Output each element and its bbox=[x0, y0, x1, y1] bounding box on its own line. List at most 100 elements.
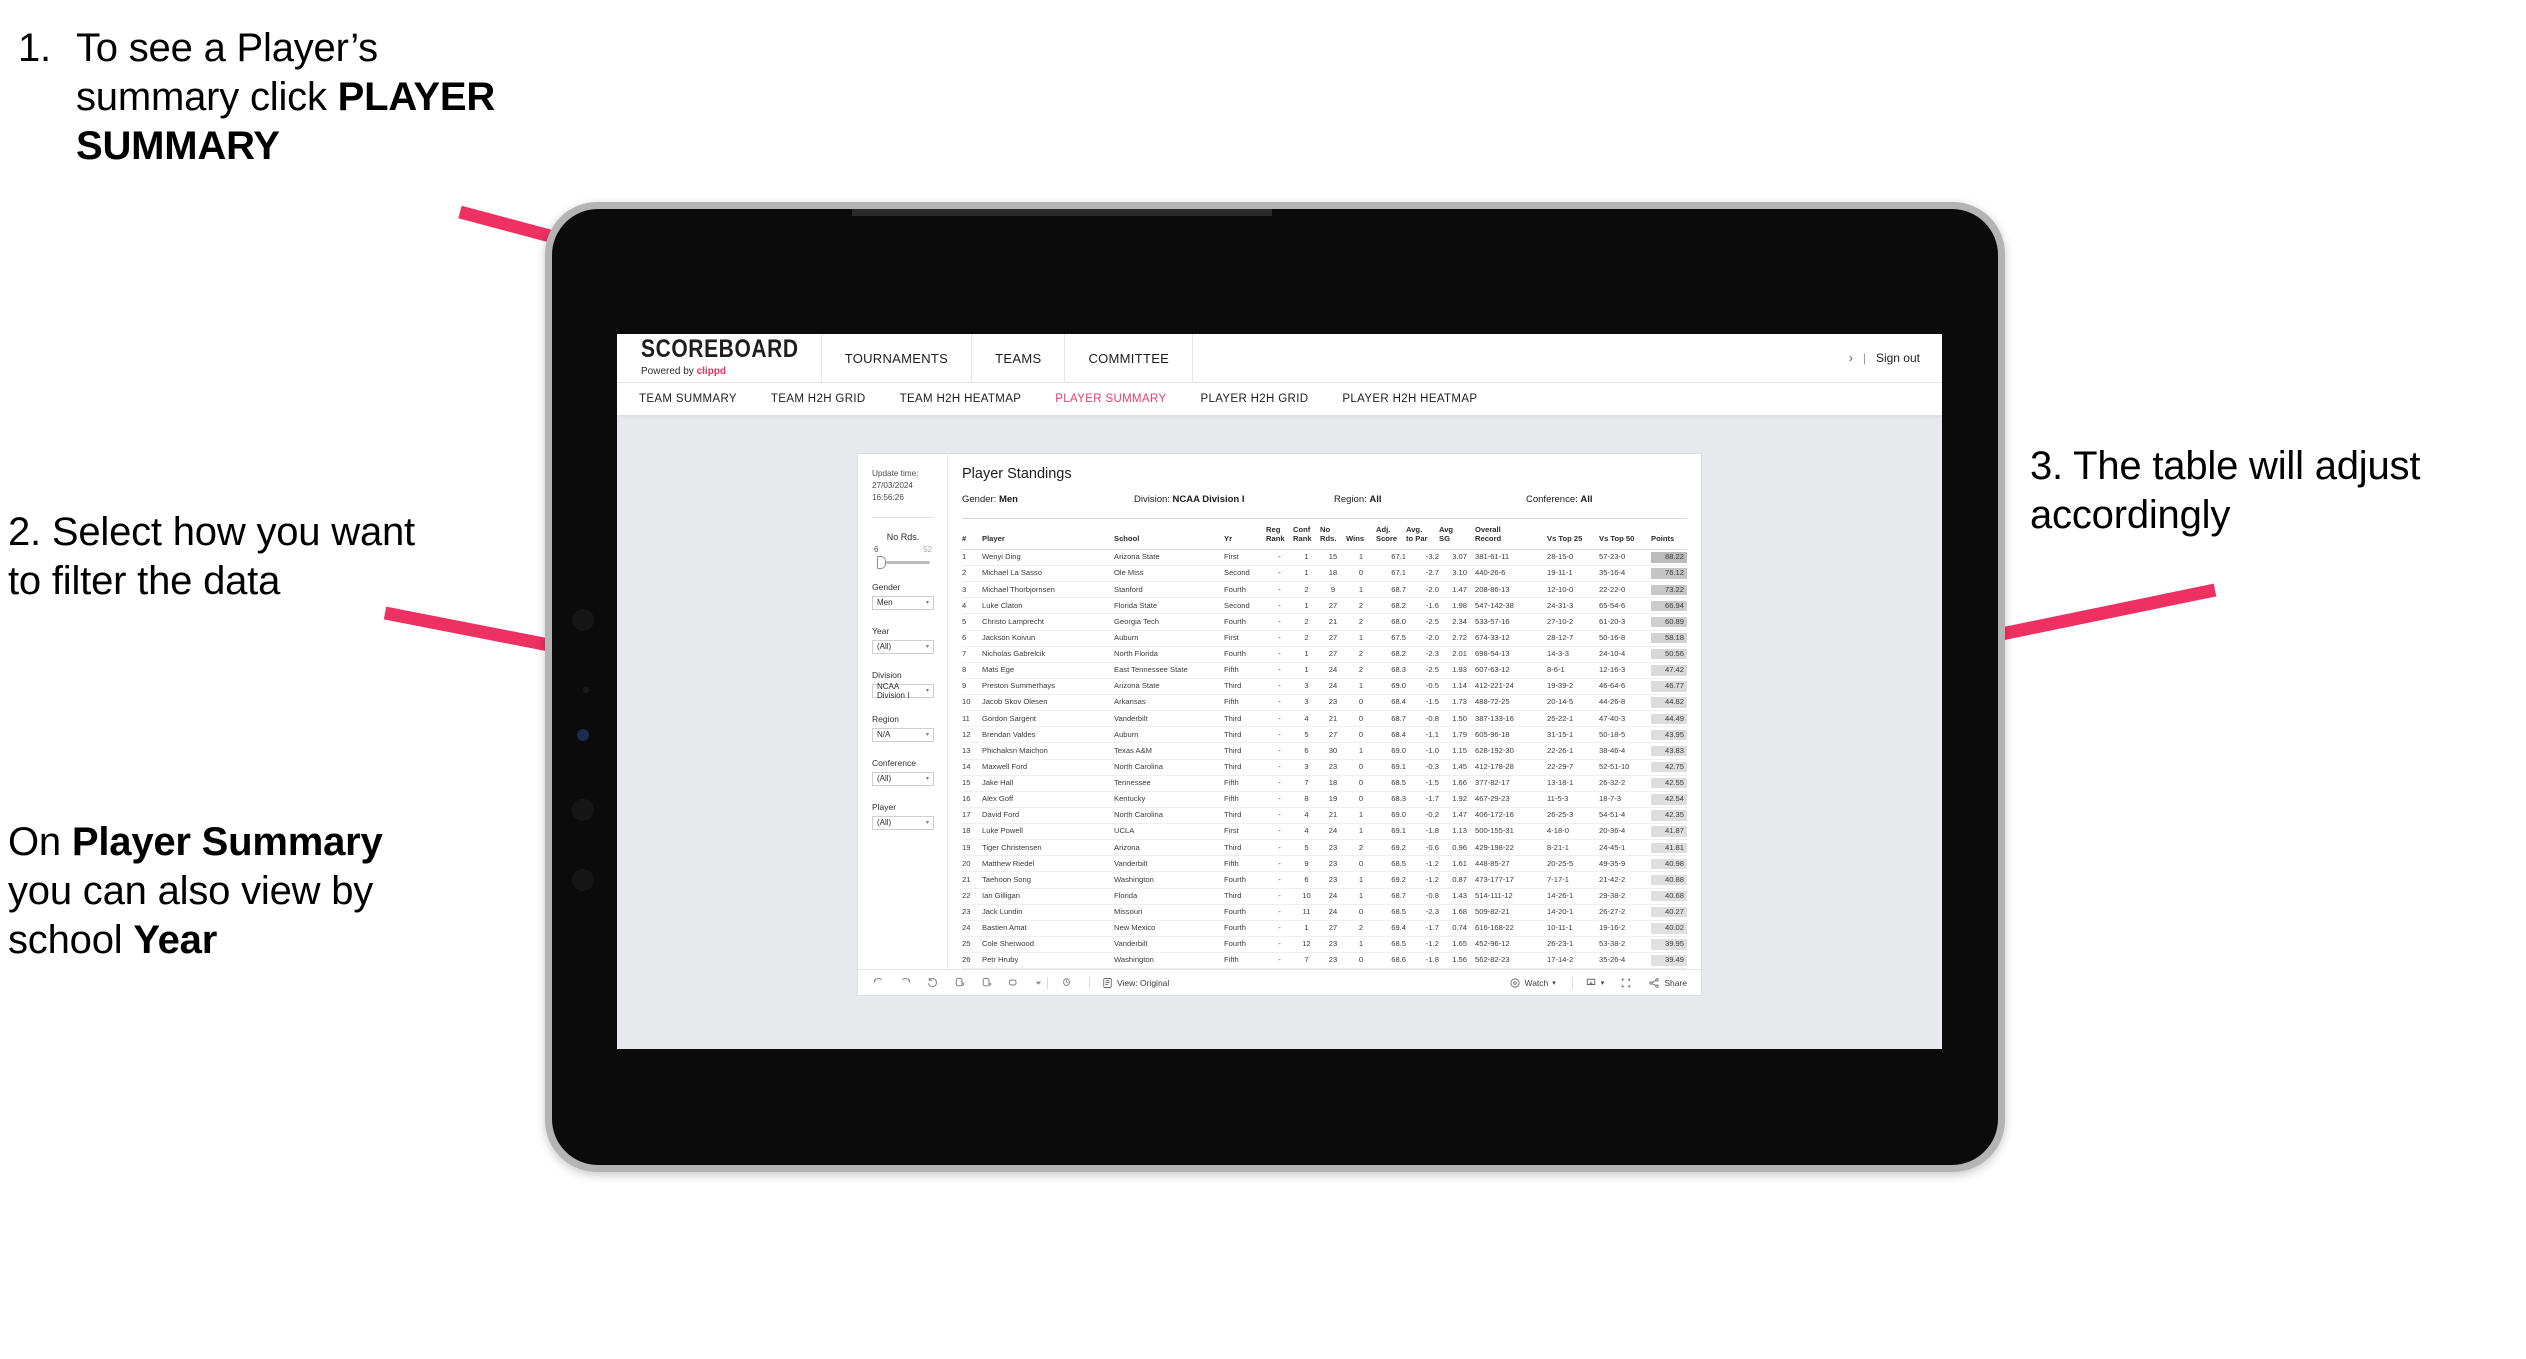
tablet-screen-bezel: SCOREBOARD Powered by clippd TOURNAMENTS… bbox=[552, 209, 1998, 1165]
col-vs-top-25[interactable]: Vs Top 25 bbox=[1547, 518, 1599, 550]
col-avg-sg[interactable]: Avg SG bbox=[1439, 518, 1467, 550]
table-row[interactable]: 22 Ian Gilligan Florida Third -10 24 1 68.7 -0.8… bbox=[962, 888, 1687, 905]
redo-icon[interactable] bbox=[899, 976, 912, 989]
col-conf-rank[interactable]: Conf Rank bbox=[1293, 518, 1320, 550]
cell-points: 40.98 bbox=[1651, 855, 1687, 873]
table-row[interactable]: 3 Michael Thorbjornsen Stanford Fourth -2 9 1 6… bbox=[962, 581, 1687, 599]
cell-wins: 0 bbox=[1346, 855, 1376, 873]
table-row[interactable]: 23 Jack Lundin Missouri Fourth -11 24 0 68.5 -2.… bbox=[962, 904, 1687, 921]
view-original-button[interactable]: View: Original bbox=[1102, 977, 1169, 989]
col-school[interactable]: School bbox=[1114, 518, 1224, 550]
nav-item-tournaments[interactable]: TOURNAMENTS bbox=[822, 334, 973, 382]
filter-select-region[interactable]: N/A ▾ bbox=[872, 727, 934, 742]
col-vs-top-50[interactable]: Vs Top 50 bbox=[1599, 518, 1651, 550]
col-yr[interactable]: Yr bbox=[1224, 518, 1266, 550]
cell-rec: 452-96-12 bbox=[1467, 936, 1547, 954]
cell-nords: 21 bbox=[1320, 807, 1346, 825]
table-row[interactable]: 7 Nicholas Gabrelcik North Florida Fourth -1… bbox=[962, 646, 1687, 663]
col-overall-record[interactable]: Overall Record bbox=[1467, 518, 1547, 550]
no-rounds-slider-handle[interactable] bbox=[877, 555, 887, 569]
table-row[interactable]: 10 Jacob Skov Olesen Arkansas Fifth -3 23 0 68.… bbox=[962, 694, 1687, 712]
cell-points: 39.95 bbox=[1651, 936, 1687, 954]
table-row[interactable]: 16 Alex Goff Kentucky Fifth -8 19 0 68.3 -1.7 1.9… bbox=[962, 791, 1687, 808]
nav-item-committee[interactable]: COMMITTEE bbox=[1065, 334, 1194, 382]
table-row[interactable]: 18 Luke Powell UCLA First -4 24 1 69.1 -1.8 1.13 5… bbox=[962, 823, 1687, 841]
filter-select-conference[interactable]: (All) ▾ bbox=[872, 771, 934, 786]
col-avg-to-par[interactable]: Avg. to Par bbox=[1406, 518, 1439, 550]
cell-conf: 7 bbox=[1293, 775, 1320, 792]
cell-reg: - bbox=[1266, 871, 1293, 889]
tab-player-summary[interactable]: PLAYER SUMMARY bbox=[1055, 393, 1166, 405]
table-row[interactable]: 11 Gordon Sargent Vanderbilt Third -4 21 0 68.7… bbox=[962, 710, 1687, 728]
table-row[interactable]: 17 David Ford North Carolina Third -4 21 1 69.0… bbox=[962, 807, 1687, 825]
cell-t50: 18-7-3 bbox=[1599, 791, 1651, 808]
tab-player-h2h-heatmap[interactable]: PLAYER H2H HEATMAP bbox=[1342, 393, 1477, 405]
filter-select-gender[interactable]: Men ▾ bbox=[872, 595, 934, 610]
cell-adj: 69.2 bbox=[1376, 871, 1406, 889]
filter-select-player[interactable]: (All) ▾ bbox=[872, 815, 934, 830]
watch-button[interactable]: Watch ▾ bbox=[1509, 977, 1556, 989]
filter-select-year[interactable]: (All) ▾ bbox=[872, 639, 934, 654]
cell-wins: 0 bbox=[1346, 775, 1376, 792]
tab-team-h2h-heatmap[interactable]: TEAM H2H HEATMAP bbox=[900, 393, 1022, 405]
table-row[interactable]: 2 Michael La Sasso Ole Miss Second -1 18 0 67.1… bbox=[962, 565, 1687, 583]
tab-player-h2h-grid[interactable]: PLAYER H2H GRID bbox=[1200, 393, 1308, 405]
col-points[interactable]: Points bbox=[1651, 518, 1687, 550]
cell-reg: - bbox=[1266, 662, 1293, 679]
sign-out-link[interactable]: Sign out bbox=[1876, 351, 1920, 365]
table-row[interactable]: 21 Taehoon Song Washington Fourth -6 23 1 69.2-… bbox=[962, 871, 1687, 889]
refresh-data-icon[interactable] bbox=[953, 976, 966, 989]
col-reg-rank[interactable]: Reg Rank bbox=[1266, 518, 1293, 550]
table-row[interactable]: 12 Brendan Valdes Auburn Third -5 27 0 68.4 -1.1… bbox=[962, 726, 1687, 744]
revert-icon[interactable] bbox=[926, 976, 939, 989]
tab-team-summary[interactable]: TEAM SUMMARY bbox=[639, 393, 737, 405]
table-row[interactable]: 9 Preston Summerhays Arizona State Third -3 2… bbox=[962, 678, 1687, 696]
share-button[interactable]: Share bbox=[1648, 977, 1687, 989]
table-row[interactable]: 19 Tiger Christensen Arizona Third -5 23 2 69.2… bbox=[962, 839, 1687, 857]
table-row[interactable]: 14 Maxwell Ford North Carolina Third -3 23 0 69… bbox=[962, 759, 1687, 776]
cell-sg: 1.73 bbox=[1439, 694, 1467, 712]
cell-yr: Fifth bbox=[1224, 791, 1266, 808]
filter-group-player: Player (All) ▾ bbox=[872, 802, 934, 830]
cell-t50: 26-32-2 bbox=[1599, 775, 1651, 792]
cell-par: -0.6 bbox=[1406, 839, 1439, 857]
fullscreen-button[interactable] bbox=[1620, 977, 1632, 989]
cell-nords: 18 bbox=[1320, 775, 1346, 792]
table-row[interactable]: 20 Matthew Riedel Vanderbilt Fifth -9 23 0 68.5… bbox=[962, 855, 1687, 873]
undo-icon[interactable] bbox=[872, 976, 885, 989]
pause-auto-update-icon[interactable] bbox=[980, 976, 993, 989]
history-icon[interactable] bbox=[1060, 976, 1073, 989]
table-row[interactable]: 24 Bastien Amat New Mexico Fourth -1 27 2 69.4-… bbox=[962, 920, 1687, 937]
col-rank[interactable]: # bbox=[962, 518, 982, 550]
col-adj-score[interactable]: Adj. Score bbox=[1376, 518, 1406, 550]
cell-sg: 1.47 bbox=[1439, 581, 1467, 599]
cell-points: 42.75 bbox=[1651, 759, 1687, 776]
nav-item-teams[interactable]: TEAMS bbox=[972, 334, 1066, 382]
table-row[interactable]: 8 Mats Ege East Tennessee State Fifth -1 24 2 6… bbox=[962, 662, 1687, 679]
table-row[interactable]: 6 Jackson Koivun Auburn First -2 27 1 67.5 -2.0 2… bbox=[962, 630, 1687, 647]
rectangle-select-icon[interactable] bbox=[1007, 976, 1020, 989]
dashboard-canvas: Update time: 27/03/2024 16:56:26 No Rds.… bbox=[617, 416, 1942, 996]
table-row[interactable]: 26 Petr Hruby Washington Fifth -7 23 0 68.6 -1.8… bbox=[962, 952, 1687, 970]
dropdown-caret-icon[interactable] bbox=[1034, 978, 1043, 987]
cell-rank: 15 bbox=[962, 775, 982, 792]
table-row[interactable]: 4 Luke Claton Florida State Second -1 27 2 68.2… bbox=[962, 597, 1687, 615]
chevron-right-icon[interactable]: › bbox=[1849, 351, 1853, 365]
cell-t25: 20-14-5 bbox=[1547, 694, 1599, 712]
points-value: 46.77 bbox=[1651, 681, 1687, 692]
download-button[interactable]: ▾ bbox=[1585, 977, 1604, 989]
col-wins[interactable]: Wins bbox=[1346, 518, 1376, 550]
filter-select-division[interactable]: NCAA Division I ▾ bbox=[872, 682, 934, 700]
cell-yr: Third bbox=[1224, 888, 1266, 905]
no-rounds-slider-track[interactable] bbox=[877, 555, 930, 569]
table-row[interactable]: 1 Wenyi Ding Arizona State First -1 15 1 67.1 -3… bbox=[962, 549, 1687, 567]
table-row[interactable]: 13 Phichaksn Maichon Texas A&M Third -6 30 1 69… bbox=[962, 742, 1687, 760]
table-row[interactable]: 5 Christo Lamprecht Georgia Tech Fourth -2 21… bbox=[962, 613, 1687, 631]
tab-team-h2h-grid[interactable]: TEAM H2H GRID bbox=[771, 393, 866, 405]
cell-points: 40.68 bbox=[1651, 888, 1687, 905]
table-row[interactable]: 25 Cole Sherwood Vanderbilt Fourth -12 23 1 68.… bbox=[962, 936, 1687, 954]
cell-wins: 2 bbox=[1346, 613, 1376, 631]
table-row[interactable]: 15 Jake Hall Tennessee Fifth -7 18 0 68.5 -1.5 1.… bbox=[962, 775, 1687, 792]
col-no-rds[interactable]: No Rds. bbox=[1320, 518, 1346, 550]
col-player[interactable]: Player bbox=[982, 518, 1114, 550]
